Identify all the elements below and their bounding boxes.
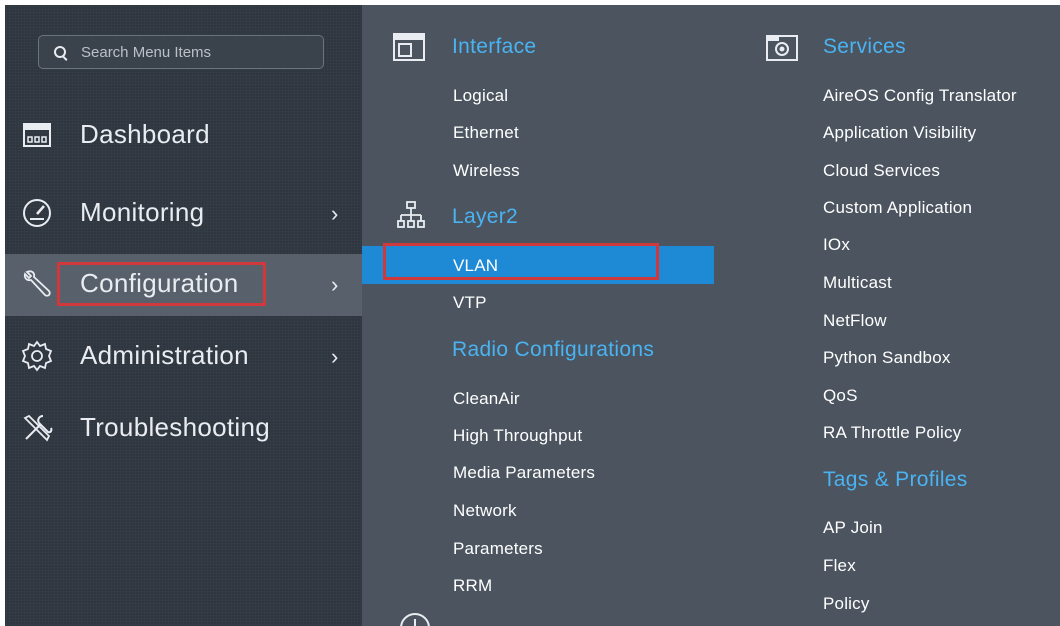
- search-input[interactable]: Search Menu Items: [38, 35, 324, 69]
- section-title-interface: Interface: [452, 35, 537, 58]
- section-title-layer2: Layer2: [452, 205, 519, 228]
- menu-item-cloud-services[interactable]: Cloud Services: [823, 161, 940, 181]
- menu-item-cleanair[interactable]: CleanAir: [453, 389, 520, 409]
- wrench-icon: [23, 270, 51, 297]
- submenu-panel: Interface Logical Ethernet Wireless Laye…: [362, 5, 1060, 626]
- menu-item-multicast[interactable]: Multicast: [823, 273, 892, 293]
- gauge-icon: [23, 199, 51, 227]
- sidebar-item-troubleshooting[interactable]: Troubleshooting: [5, 398, 362, 460]
- section-title-tags-profiles: Tags & Profiles: [823, 468, 968, 491]
- navigation-menu: Search Menu Items Dashboard Monitoring ›: [5, 5, 1060, 626]
- dashboard-icon: [23, 123, 51, 147]
- sidebar-item-administration[interactable]: Administration ›: [5, 326, 362, 388]
- chevron-right-icon: ›: [331, 201, 339, 226]
- gear-icon: [21, 340, 53, 372]
- sidebar-item-dashboard[interactable]: Dashboard: [5, 105, 362, 167]
- chevron-right-icon: ›: [331, 344, 339, 369]
- sidebar: Search Menu Items Dashboard Monitoring ›: [5, 5, 362, 626]
- menu-item-python-sandbox[interactable]: Python Sandbox: [823, 348, 951, 368]
- menu-item-qos[interactable]: QoS: [823, 386, 858, 406]
- menu-item-application-visibility[interactable]: Application Visibility: [823, 123, 976, 143]
- menu-item-media-parameters[interactable]: Media Parameters: [453, 463, 595, 483]
- sidebar-item-label: Troubleshooting: [80, 412, 270, 442]
- network-topology-icon: [397, 201, 425, 228]
- services-icon: [766, 35, 798, 61]
- annotation-highlight-vlan: [383, 243, 659, 280]
- menu-item-ra-throttle-policy[interactable]: RA Throttle Policy: [823, 423, 961, 443]
- search-icon: [54, 46, 66, 58]
- menu-item-parameters[interactable]: Parameters: [453, 539, 543, 559]
- search-placeholder: Search Menu Items: [81, 44, 212, 61]
- tools-icon: [23, 414, 53, 442]
- annotation-highlight-configuration: [57, 262, 266, 306]
- menu-item-high-throughput[interactable]: High Throughput: [453, 426, 582, 446]
- menu-item-iox[interactable]: IOx: [823, 235, 850, 255]
- menu-item-custom-application[interactable]: Custom Application: [823, 198, 972, 218]
- section-title-services: Services: [823, 35, 906, 58]
- menu-item-rrm[interactable]: RRM: [453, 576, 492, 596]
- sidebar-item-label: Dashboard: [80, 119, 210, 149]
- sidebar-item-monitoring[interactable]: Monitoring ›: [5, 183, 362, 245]
- menu-item-wireless[interactable]: Wireless: [453, 161, 520, 181]
- menu-item-netflow[interactable]: NetFlow: [823, 311, 887, 331]
- menu-item-ap-join[interactable]: AP Join: [823, 518, 883, 538]
- sidebar-item-label: Administration: [80, 340, 249, 370]
- partially-visible-section-icon: [400, 613, 430, 626]
- menu-item-logical[interactable]: Logical: [453, 86, 508, 106]
- menu-item-vtp[interactable]: VTP: [453, 293, 487, 313]
- menu-item-policy[interactable]: Policy: [823, 594, 870, 614]
- chevron-right-icon: ›: [331, 272, 339, 297]
- menu-item-ethernet[interactable]: Ethernet: [453, 123, 519, 143]
- sidebar-item-label: Monitoring: [80, 197, 205, 227]
- menu-item-aireos-config-translator[interactable]: AireOS Config Translator: [823, 86, 1017, 106]
- menu-item-flex[interactable]: Flex: [823, 556, 856, 576]
- menu-item-network[interactable]: Network: [453, 501, 517, 521]
- section-title-radio-configurations: Radio Configurations: [452, 338, 655, 361]
- interface-icon: [393, 33, 425, 61]
